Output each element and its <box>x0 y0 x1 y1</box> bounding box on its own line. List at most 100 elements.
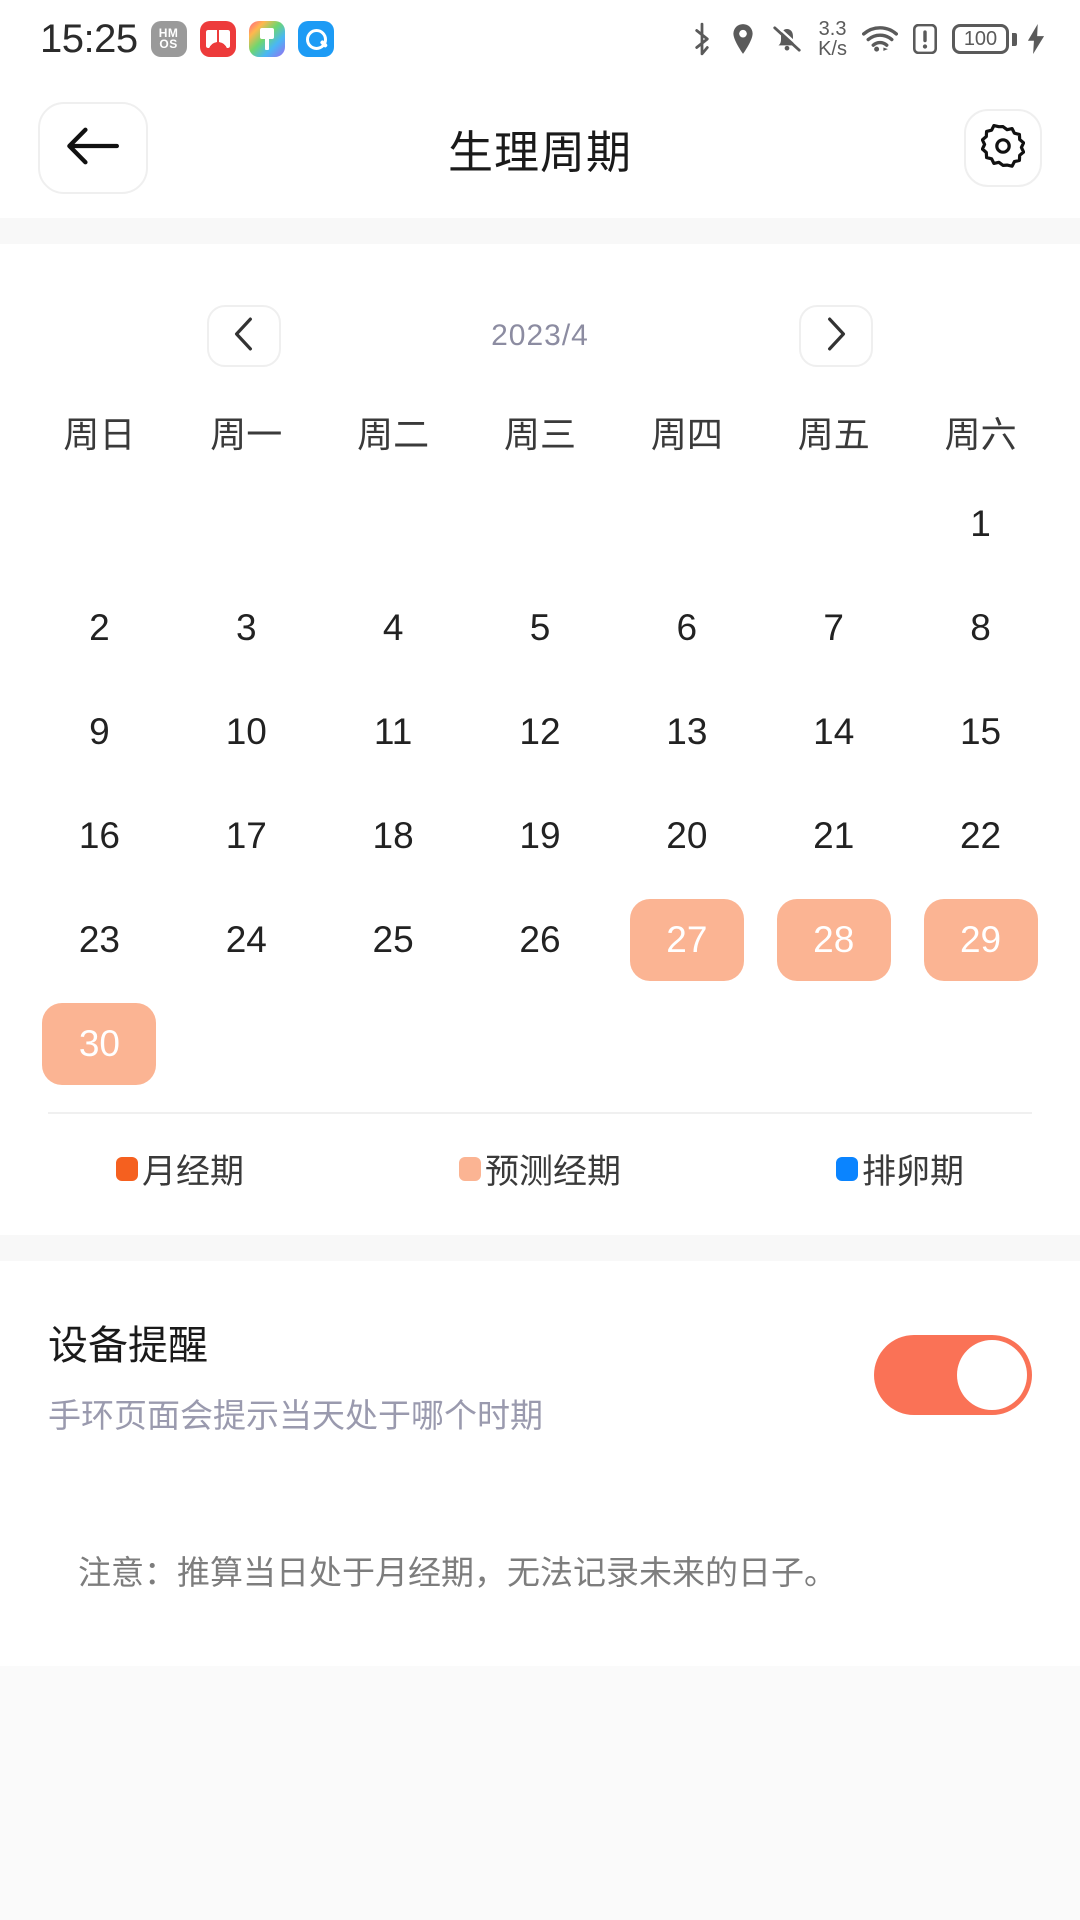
search-app-icon <box>297 21 334 57</box>
legend-item: 预测经期 <box>360 1144 720 1193</box>
calendar-day-cell[interactable]: 19 <box>467 784 614 888</box>
gear-icon <box>980 123 1026 173</box>
calendar-week-row: 9 10 11 12 13 14 15 <box>0 680 1080 784</box>
weekday-label: 周三 <box>503 414 576 455</box>
status-bar: 15:25 HM OS 3.3 K/s 100 <box>0 0 1080 78</box>
calendar-day-cell[interactable]: 26 <box>467 888 614 992</box>
weekday-header-row: 周日 周一 周二 周三 周四 周五 周六 <box>0 392 1080 472</box>
calendar-day-cell[interactable]: 7 <box>760 576 907 680</box>
calendar-day-14: 14 <box>813 711 855 752</box>
calendar-day-12: 12 <box>519 711 561 752</box>
calendar-day-cell <box>760 992 907 1096</box>
calendar-day-15: 15 <box>959 711 1002 752</box>
calendar-day-empty <box>777 1003 891 1085</box>
calendar-day-19: 19 <box>519 815 561 856</box>
prev-month-button[interactable] <box>207 305 281 367</box>
calendar-day-21: 21 <box>813 815 855 856</box>
calendar-day-cell <box>320 992 467 1096</box>
section-gap-mid <box>0 1235 1080 1261</box>
calendar-day-cell[interactable]: 1 <box>907 472 1054 576</box>
calendar-day-cell <box>907 992 1054 1096</box>
weekday-label: 周二 <box>357 414 430 455</box>
device-reminder-row[interactable]: 设备提醒 手环页面会提示当天处于哪个时期 <box>0 1261 1080 1493</box>
settings-button[interactable] <box>964 109 1042 187</box>
calendar-day-26: 26 <box>519 919 561 960</box>
book-app-icon <box>199 21 236 57</box>
calendar-day-29: 29 <box>923 899 1038 981</box>
calendar-day-cell[interactable]: 15 <box>907 680 1054 784</box>
calendar-day-cell[interactable]: 27 <box>613 888 760 992</box>
calendar-day-cell[interactable]: 22 <box>907 784 1054 888</box>
calendar-week-row: 1 <box>0 472 1080 576</box>
calendar-day-cell[interactable]: 29 <box>907 888 1054 992</box>
calendar-day-18: 18 <box>372 815 414 856</box>
calendar-day-cell[interactable]: 3 <box>173 576 320 680</box>
battery-tip <box>1012 32 1017 46</box>
next-month-button[interactable] <box>799 305 873 367</box>
calendar-day-cell <box>173 472 320 576</box>
calendar-day-cell <box>613 992 760 1096</box>
calendar-day-cell[interactable]: 14 <box>760 680 907 784</box>
calendar-day-cell[interactable]: 28 <box>760 888 907 992</box>
bluetooth-icon <box>689 22 715 56</box>
calendar-day-cell[interactable]: 11 <box>320 680 467 784</box>
battery-indicator: 100 <box>952 24 1046 54</box>
calendar-day-cell[interactable]: 23 <box>26 888 173 992</box>
app-header: 生理周期 <box>0 78 1080 218</box>
device-reminder-title: 设备提醒 <box>48 1324 208 1368</box>
chevron-left-icon <box>233 317 255 356</box>
device-reminder-subtitle: 手环页面会提示当天处于哪个时期 <box>48 1397 543 1434</box>
legend-label: 排卵期 <box>862 1153 964 1191</box>
status-bar-left: 15:25 HM OS <box>40 17 334 62</box>
calendar-day-cell[interactable]: 2 <box>26 576 173 680</box>
calendar-day-empty <box>42 483 156 565</box>
calendar-day-cell[interactable]: 16 <box>26 784 173 888</box>
calendar-day-25: 25 <box>372 919 414 960</box>
calendar-day-cell[interactable]: 13 <box>613 680 760 784</box>
weekday-label: 周日 <box>63 414 136 455</box>
calendar-day-cell[interactable]: 20 <box>613 784 760 888</box>
brush-app-icon <box>248 21 285 57</box>
legend-label: 预测经期 <box>485 1153 621 1191</box>
network-speed: 3.3 K/s <box>818 19 847 59</box>
calendar-day-empty <box>630 1003 744 1085</box>
calendar-day-30: 30 <box>42 1003 157 1085</box>
calendar-day-1: 1 <box>970 503 991 544</box>
calendar-card: 2023/4 周日 周一 周二 周三 周四 周五 周六 1 2 3 4 5 6 7 8 9 10 11 12 13 1… <box>0 244 1080 1235</box>
calendar-day-cell[interactable]: 4 <box>320 576 467 680</box>
calendar-day-cell[interactable]: 24 <box>173 888 320 992</box>
calendar-day-cell[interactable]: 10 <box>173 680 320 784</box>
chevron-right-icon <box>825 317 847 356</box>
calendar-day-27: 27 <box>629 899 744 981</box>
calendar-day-cell[interactable]: 17 <box>173 784 320 888</box>
calendar-day-empty <box>483 483 597 565</box>
calendar-day-empty <box>189 483 303 565</box>
hmos-badge-icon: HM OS <box>150 21 187 57</box>
calendar-day-2: 2 <box>89 607 110 648</box>
calendar-day-cell[interactable]: 5 <box>467 576 614 680</box>
calendar-day-cell[interactable]: 21 <box>760 784 907 888</box>
legend-color-swatch <box>459 1156 481 1181</box>
calendar-day-10: 10 <box>225 711 267 752</box>
calendar-day-cell[interactable]: 30 <box>26 992 173 1096</box>
calendar-day-8: 8 <box>970 607 991 648</box>
calendar-day-cell[interactable]: 12 <box>467 680 614 784</box>
calendar-day-cell[interactable]: 6 <box>613 576 760 680</box>
calendar-day-empty <box>630 483 744 565</box>
calendar-day-cell[interactable]: 18 <box>320 784 467 888</box>
calendar-day-11: 11 <box>373 711 413 752</box>
calendar-day-cell[interactable]: 9 <box>26 680 173 784</box>
calendar-day-cell <box>320 472 467 576</box>
calendar-day-empty <box>336 1003 450 1085</box>
calendar-day-cell <box>467 472 614 576</box>
calendar-day-cell <box>26 472 173 576</box>
calendar-day-28: 28 <box>776 899 891 981</box>
calendar-day-empty <box>189 1003 303 1085</box>
page-bottom-filler <box>0 1665 1080 1920</box>
device-reminder-toggle[interactable] <box>874 1335 1032 1415</box>
calendar-day-empty <box>483 1003 597 1085</box>
calendar-day-cell[interactable]: 8 <box>907 576 1054 680</box>
calendar-day-cell[interactable]: 25 <box>320 888 467 992</box>
calendar-day-5: 5 <box>529 607 551 648</box>
back-button[interactable] <box>38 102 148 194</box>
